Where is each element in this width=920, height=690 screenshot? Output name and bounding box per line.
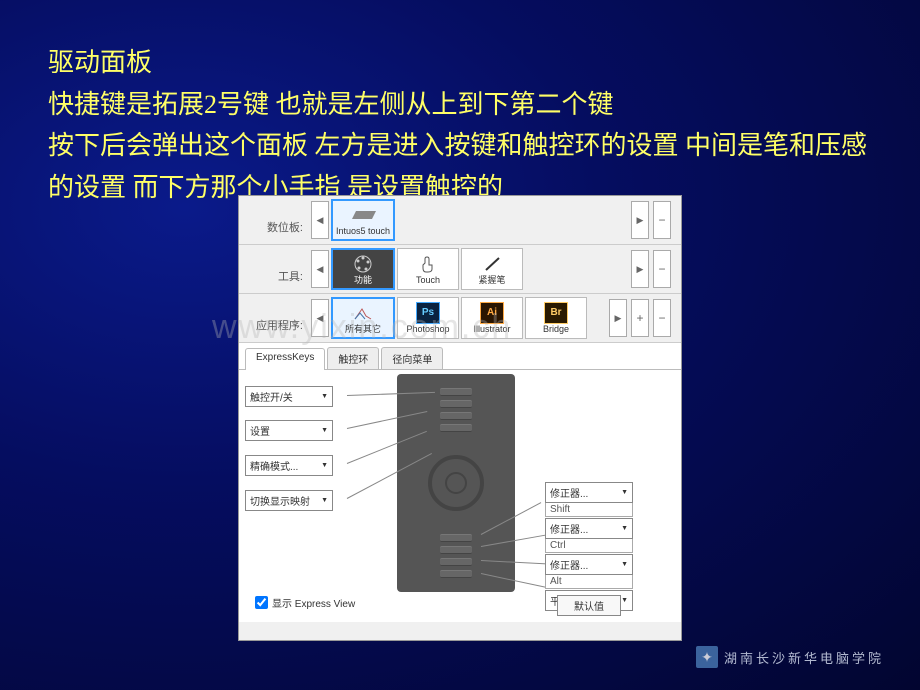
app-item-photoshop[interactable]: Ps Photoshop [397, 297, 459, 339]
expresskeys-area: 触控开/关▼ 设置▼ 精确模式...▼ 切换显示映射▼ 修正器...▼ Shif… [239, 370, 681, 622]
tablet-graphic [397, 374, 515, 592]
functions-icon [347, 254, 379, 274]
school-logo: ✦ 湖南长沙新华电脑学院 [696, 646, 884, 668]
app-row: 应用程序: ◀ 所有其它 Ps Photoshop Ai Illustrator… [239, 294, 681, 343]
app-next[interactable]: ▶ [609, 299, 627, 337]
tab-touchring[interactable]: 触控环 [327, 347, 379, 369]
tablet-icon [347, 205, 379, 225]
driver-panel: 数位板: ◀ Intuos5 touch ▶ − 工具: ◀ 功能 Touch [238, 195, 682, 641]
tool-item-functions[interactable]: 功能 [331, 248, 395, 290]
show-express-view-checkbox[interactable] [255, 596, 268, 609]
tool-prev[interactable]: ◀ [311, 250, 329, 288]
line2: 快捷键是拓展2号键 也就是左侧从上到下第二个键 [48, 84, 880, 126]
tool-row: 工具: ◀ 功能 Touch 紧握笔 ▶ − [239, 245, 681, 294]
line1: 驱动面板 [48, 42, 880, 84]
tablet-prev[interactable]: ◀ [311, 201, 329, 239]
tablet-next[interactable]: ▶ [631, 201, 649, 239]
tool-next[interactable]: ▶ [631, 250, 649, 288]
app-item-bridge[interactable]: Br Bridge [525, 297, 587, 339]
app-item-all[interactable]: 所有其它 [331, 297, 395, 339]
key-combo-precision[interactable]: 精确模式...▼ [245, 455, 333, 476]
key-combo-display-toggle[interactable]: 切换显示映射▼ [245, 490, 333, 511]
all-apps-icon [347, 303, 379, 323]
bridge-icon: Br [540, 303, 572, 323]
tablet-item-intuos5[interactable]: Intuos5 touch [331, 199, 395, 241]
slide-description: 驱动面板 快捷键是拓展2号键 也就是左侧从上到下第二个键 按下后会弹出这个面板 … [48, 42, 880, 208]
tool-item-grip-pen[interactable]: 紧握笔 [461, 248, 523, 290]
tool-item-touch[interactable]: Touch [397, 248, 459, 290]
key-combo-modifier-shift[interactable]: 修正器...▼ Shift [545, 482, 633, 517]
tool-remove[interactable]: − [653, 250, 671, 288]
app-add[interactable]: + [631, 299, 649, 337]
tablet-label: 数位板: [239, 199, 309, 241]
tab-radialmenu[interactable]: 径向菜单 [381, 347, 443, 369]
key-combo-settings[interactable]: 设置▼ [245, 420, 333, 441]
tab-bar: ExpressKeys 触控环 径向菜单 [239, 343, 681, 370]
logo-text: 湖南长沙新华电脑学院 [724, 648, 884, 667]
default-button[interactable]: 默认值 [557, 595, 621, 616]
app-item-illustrator[interactable]: Ai Illustrator [461, 297, 523, 339]
key-combo-modifier-alt[interactable]: 修正器...▼ Alt [545, 554, 633, 589]
app-label: 应用程序: [239, 297, 309, 339]
show-express-view-row: 显示 Express View [251, 593, 355, 612]
tablet-row: 数位板: ◀ Intuos5 touch ▶ − [239, 196, 681, 245]
app-prev[interactable]: ◀ [311, 299, 329, 337]
logo-icon: ✦ [696, 646, 718, 668]
app-remove[interactable]: − [653, 299, 671, 337]
tool-label: 工具: [239, 248, 309, 290]
key-combo-touch-toggle[interactable]: 触控开/关▼ [245, 386, 333, 407]
illustrator-icon: Ai [476, 303, 508, 323]
key-combo-modifier-ctrl[interactable]: 修正器...▼ Ctrl [545, 518, 633, 553]
tablet-remove[interactable]: − [653, 201, 671, 239]
photoshop-icon: Ps [412, 303, 444, 323]
touch-icon [412, 254, 444, 274]
pen-icon [476, 254, 508, 274]
show-express-view-label: 显示 Express View [272, 595, 355, 610]
tab-expresskeys[interactable]: ExpressKeys [245, 348, 325, 370]
